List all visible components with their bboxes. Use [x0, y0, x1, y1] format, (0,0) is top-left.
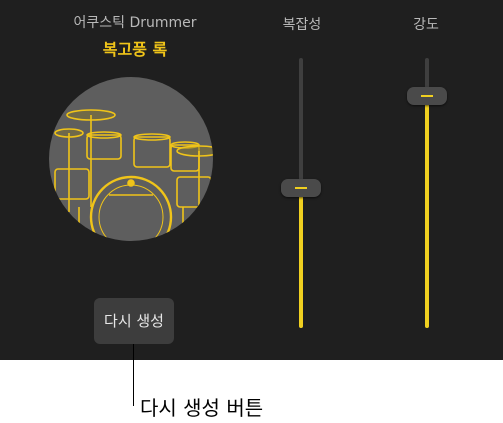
callout-label: 다시 생성 버튼	[140, 396, 264, 420]
drummer-genre: 복고풍 록	[102, 40, 168, 59]
complexity-knob-marker	[295, 186, 307, 189]
drummer-editor-panel: 어쿠스틱 Drummer 복고풍 록 복잡성 강도 다시 생성	[0, 0, 503, 360]
complexity-label: 복잡성	[282, 17, 322, 33]
drummer-name: 어쿠스틱 Drummer	[73, 15, 197, 31]
callout-line	[133, 344, 134, 406]
loudness-slider-knob[interactable]	[407, 86, 447, 105]
loudness-fill	[425, 95, 429, 328]
screenshot-root: 어쿠스틱 Drummer 복고풍 록 복잡성 강도 다시 생성 다시 생성 버튼	[0, 0, 503, 423]
drum-kit-icon[interactable]	[49, 77, 213, 241]
loudness-label: 강도	[413, 17, 439, 33]
regenerate-button[interactable]: 다시 생성	[94, 298, 174, 344]
complexity-fill	[299, 187, 303, 328]
drum-kit-drawing	[54, 109, 213, 241]
loudness-knob-marker	[421, 94, 433, 97]
complexity-slider-knob[interactable]	[281, 178, 321, 197]
